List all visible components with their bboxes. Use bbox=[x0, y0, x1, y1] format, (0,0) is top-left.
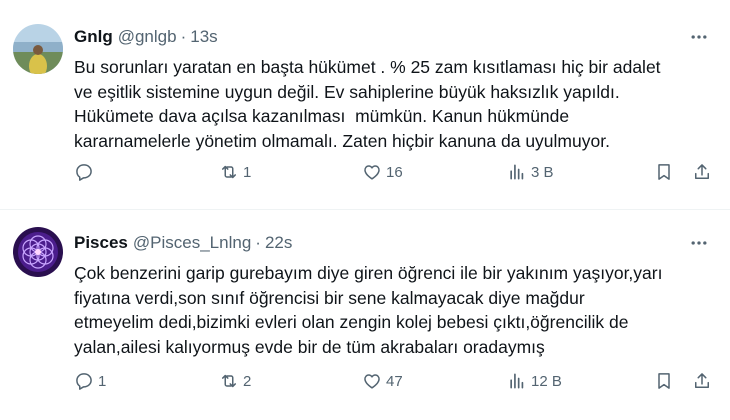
retweet-icon bbox=[222, 165, 236, 179]
share-icon bbox=[695, 373, 709, 388]
tweet-text: Çok benzerini garip gurebayım diye giren… bbox=[74, 263, 663, 357]
share-button[interactable] bbox=[692, 162, 712, 182]
views-chart-icon bbox=[510, 373, 524, 389]
reply-count: 1 bbox=[98, 372, 107, 390]
share-button[interactable] bbox=[692, 371, 712, 391]
views-button[interactable]: 3 B bbox=[507, 162, 554, 182]
reply-button[interactable] bbox=[74, 162, 98, 182]
views-chart-icon bbox=[510, 164, 524, 180]
bookmark-button[interactable] bbox=[654, 162, 674, 182]
retweet-button[interactable]: 1 bbox=[219, 162, 251, 182]
more-icon bbox=[691, 35, 707, 39]
bookmark-icon bbox=[658, 164, 670, 180]
retweet-icon bbox=[222, 374, 236, 388]
more-options-button[interactable] bbox=[688, 232, 710, 254]
retweet-count: 2 bbox=[243, 372, 252, 390]
separator-dot: · bbox=[255, 233, 261, 252]
user-handle[interactable]: @Pisces_Lnlng bbox=[133, 232, 251, 254]
reply-icon bbox=[76, 164, 92, 181]
avatar[interactable] bbox=[13, 227, 63, 277]
bookmark-icon bbox=[658, 373, 670, 389]
like-button[interactable]: 16 bbox=[362, 162, 403, 182]
like-count: 47 bbox=[386, 372, 403, 390]
tweet-content: Pisces @Pisces_Lnlng · 22s Çok benzerini… bbox=[74, 232, 710, 359]
timestamp[interactable]: 22s bbox=[265, 232, 292, 254]
bookmark-button[interactable] bbox=[654, 371, 674, 391]
separator-dot: · bbox=[180, 27, 187, 46]
views-count: 12 B bbox=[531, 372, 562, 390]
user-handle[interactable]: @gnlgb bbox=[118, 26, 177, 48]
more-icon bbox=[691, 241, 707, 245]
tweet-header: Gnlg @gnlgb · 13s bbox=[74, 26, 710, 48]
tweet-header: Pisces @Pisces_Lnlng · 22s bbox=[74, 232, 710, 254]
like-count: 16 bbox=[386, 163, 403, 181]
tweet-text: Bu sorunları yaratan en başta hükümet . … bbox=[74, 57, 661, 151]
mandala-avatar-icon bbox=[13, 227, 63, 277]
heart-icon bbox=[364, 165, 380, 180]
retweet-count: 1 bbox=[243, 163, 252, 181]
display-name[interactable]: Gnlg bbox=[74, 26, 113, 48]
tweet-2[interactable]: Pisces @Pisces_Lnlng · 22s Çok benzerini… bbox=[0, 210, 730, 420]
like-button[interactable]: 47 bbox=[362, 371, 403, 391]
views-button[interactable]: 12 B bbox=[507, 371, 562, 391]
tweet-1[interactable]: Gnlg @gnlgb · 13s Bu sorunları yaratan e… bbox=[0, 0, 730, 210]
avatar[interactable] bbox=[13, 24, 63, 74]
reply-button[interactable]: 1 bbox=[74, 371, 106, 391]
display-name[interactable]: Pisces bbox=[74, 232, 128, 254]
timestamp[interactable]: 13s bbox=[190, 26, 217, 48]
retweet-button[interactable]: 2 bbox=[219, 371, 251, 391]
share-icon bbox=[695, 164, 709, 179]
more-options-button[interactable] bbox=[688, 26, 710, 48]
views-count: 3 B bbox=[531, 163, 554, 181]
reply-icon bbox=[76, 373, 92, 390]
profile-photo-icon bbox=[13, 24, 63, 74]
heart-icon bbox=[364, 374, 380, 389]
tweet-content: Gnlg @gnlgb · 13s Bu sorunları yaratan e… bbox=[74, 26, 710, 153]
